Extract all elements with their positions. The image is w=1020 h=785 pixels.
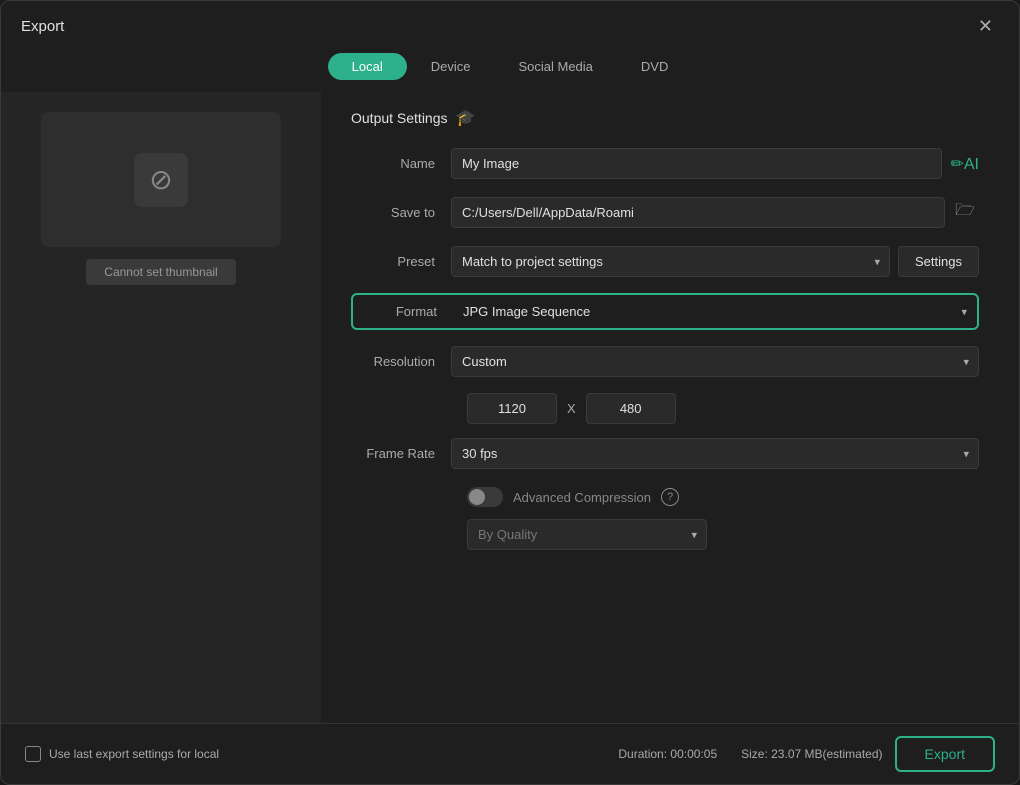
name-label: Name (351, 156, 451, 171)
advanced-compression-row: Advanced Compression ? (467, 487, 979, 507)
format-select[interactable]: JPG Image Sequence (453, 299, 977, 324)
use-last-settings-label[interactable]: Use last export settings for local (25, 746, 219, 762)
name-row: Name ✏AI (351, 148, 979, 179)
resolution-control: Custom ▾ (451, 346, 979, 377)
frame-rate-label: Frame Rate (351, 446, 451, 461)
ai-icon[interactable]: ✏AI (950, 154, 979, 174)
name-input[interactable] (451, 148, 942, 179)
preset-select-wrap: Match to project settings ▾ (451, 246, 890, 277)
save-to-input[interactable] (451, 197, 945, 228)
folder-browse-button[interactable]: 🗁 (951, 195, 979, 230)
format-label: Format (353, 304, 453, 319)
toggle-thumb (469, 489, 485, 505)
preset-row: Preset Match to project settings ▾ Setti… (351, 246, 979, 277)
advanced-compression-label: Advanced Compression (513, 490, 651, 505)
tab-dvd[interactable]: DVD (617, 53, 692, 80)
save-to-row: Save to 🗁 (351, 195, 979, 230)
titlebar: Export ✕ (1, 1, 1019, 47)
preset-select[interactable]: Match to project settings (451, 246, 890, 277)
save-to-control: 🗁 (451, 195, 979, 230)
resolution-dimensions-row: X (467, 393, 979, 424)
resolution-height-input[interactable] (586, 393, 676, 424)
advanced-compression-toggle[interactable] (467, 487, 503, 507)
size-label: Size: 23.07 MB(estimated) (741, 747, 882, 761)
preset-label: Preset (351, 254, 451, 269)
help-icon[interactable]: ? (661, 488, 679, 506)
output-settings-label: Output Settings (351, 110, 448, 126)
save-to-label: Save to (351, 205, 451, 220)
settings-button[interactable]: Settings (898, 246, 979, 277)
res-x-label: X (567, 401, 576, 416)
resolution-width-input[interactable] (467, 393, 557, 424)
grad-hat-icon: 🎓 (456, 108, 476, 128)
tab-device[interactable]: Device (407, 53, 495, 80)
frame-rate-row: Frame Rate 30 fps ▾ (351, 438, 979, 469)
tab-social-media[interactable]: Social Media (494, 53, 616, 80)
export-button[interactable]: Export (895, 736, 995, 772)
close-button[interactable]: ✕ (972, 15, 999, 37)
name-control: ✏AI (451, 148, 979, 179)
tab-local[interactable]: Local (328, 53, 407, 80)
frame-rate-select[interactable]: 30 fps (451, 438, 979, 469)
no-thumbnail-icon: ⊘ (134, 153, 188, 207)
tabs-bar: Local Device Social Media DVD (1, 47, 1019, 92)
duration-label: Duration: 00:00:05 (618, 747, 717, 761)
resolution-select[interactable]: Custom (451, 346, 979, 377)
right-panel: Output Settings 🎓 Name ✏AI Save to 🗁 (321, 92, 1019, 723)
export-dialog: Export ✕ Local Device Social Media DVD ⊘… (0, 0, 1020, 785)
resolution-select-wrap: Custom ▾ (451, 346, 979, 377)
format-select-wrap: JPG Image Sequence ▾ (453, 299, 977, 324)
cannot-set-thumbnail-button[interactable]: Cannot set thumbnail (86, 259, 235, 285)
frame-rate-select-wrap: 30 fps ▾ (451, 438, 979, 469)
use-last-settings-checkbox[interactable] (25, 746, 41, 762)
format-row-wrapper: Format JPG Image Sequence ▾ (351, 293, 979, 330)
by-quality-select-wrap: By Quality ▾ (467, 519, 707, 550)
thumbnail-preview: ⊘ (41, 112, 281, 247)
footer: Use last export settings for local Durat… (1, 723, 1019, 784)
footer-info: Duration: 00:00:05 Size: 23.07 MB(estima… (618, 747, 882, 761)
resolution-label: Resolution (351, 354, 451, 369)
by-quality-row: By Quality ▾ (467, 519, 979, 550)
main-content: ⊘ Cannot set thumbnail Output Settings 🎓… (1, 92, 1019, 723)
section-title: Output Settings 🎓 (351, 108, 979, 128)
left-panel: ⊘ Cannot set thumbnail (1, 92, 321, 723)
dialog-title: Export (21, 18, 64, 35)
frame-rate-control: 30 fps ▾ (451, 438, 979, 469)
preset-control: Match to project settings ▾ Settings (451, 246, 979, 277)
by-quality-select[interactable]: By Quality (467, 519, 707, 550)
resolution-row: Resolution Custom ▾ (351, 346, 979, 377)
